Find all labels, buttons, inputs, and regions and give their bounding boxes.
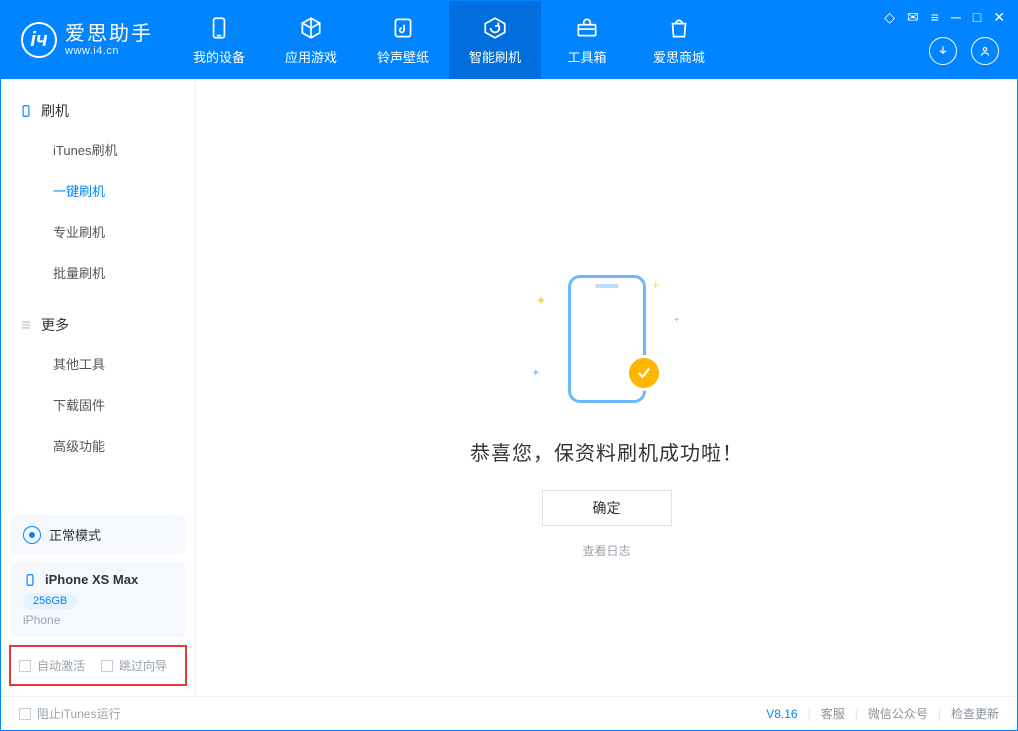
nav-label: 应用游戏 [285, 47, 337, 66]
footer-link-update[interactable]: 检查更新 [951, 705, 999, 722]
download-icon [936, 44, 950, 58]
checkbox-label: 阻止iTunes运行 [37, 705, 121, 722]
feedback-icon[interactable]: ✉ [907, 9, 919, 26]
nav-my-device[interactable]: 我的设备 [173, 1, 265, 79]
sidebar-group-more: 更多 [1, 307, 195, 343]
checkbox-label: 自动激活 [37, 657, 85, 674]
sidebar-item-advanced[interactable]: 高级功能 [1, 425, 195, 466]
app-logo: iч 爱思助手 www.i4.cn [21, 22, 153, 58]
logo-mark-icon: iч [21, 22, 57, 58]
toolbox-icon [574, 15, 600, 41]
minimize-icon[interactable]: ─ [951, 9, 961, 26]
footer: 阻止iTunes运行 V8.16 | 客服 | 微信公众号 | 检查更新 [1, 696, 1017, 730]
sidebar-item-batch-flash[interactable]: 批量刷机 [1, 252, 195, 293]
sidebar: 刷机 iTunes刷机 一键刷机 专业刷机 批量刷机 更多 其他工具 下载固件 … [1, 79, 196, 696]
skin-icon[interactable]: ◇ [884, 9, 895, 26]
sidebar-item-download-firmware[interactable]: 下载固件 [1, 384, 195, 425]
sidebar-group-flash: 刷机 [1, 93, 195, 129]
checkbox-label: 跳过向导 [119, 657, 167, 674]
nav-smart-flash[interactable]: 智能刷机 [449, 1, 541, 79]
highlighted-checkbox-row: 自动激活 跳过向导 [9, 645, 187, 686]
nav-toolbox[interactable]: 工具箱 [541, 1, 633, 79]
main-content: ✦+✦+ 恭喜您，保资料刷机成功啦！ 确定 查看日志 [196, 79, 1017, 696]
mode-label: 正常模式 [49, 525, 101, 544]
sidebar-item-other-tools[interactable]: 其他工具 [1, 343, 195, 384]
window-controls: ◇ ✉ ≡ ─ □ ✕ [884, 9, 1005, 26]
phone-icon [19, 104, 33, 118]
nav-label: 爱思商城 [653, 47, 705, 66]
list-icon [19, 318, 33, 332]
nav-apps-games[interactable]: 应用游戏 [265, 1, 357, 79]
maximize-icon[interactable]: □ [973, 9, 981, 26]
checkbox-icon [19, 660, 31, 672]
device-icon [23, 573, 37, 587]
checkbox-icon [101, 660, 113, 672]
version-label: V8.16 [766, 707, 797, 721]
refresh-icon [482, 15, 508, 41]
nav-ringtones-wallpapers[interactable]: 铃声壁纸 [357, 1, 449, 79]
nav-store[interactable]: 爱思商城 [633, 1, 725, 79]
nav-label: 工具箱 [567, 47, 606, 66]
music-icon [390, 15, 416, 41]
app-header: ◇ ✉ ≡ ─ □ ✕ iч 爱思助手 www.i4.cn 我的设备 应用游戏 [1, 1, 1017, 79]
footer-link-wechat[interactable]: 微信公众号 [868, 705, 928, 722]
sidebar-item-itunes-flash[interactable]: iTunes刷机 [1, 129, 195, 170]
success-illustration: ✦+✦+ [532, 269, 682, 409]
device-storage-badge: 256GB [23, 593, 77, 609]
view-log-link[interactable]: 查看日志 [582, 542, 630, 559]
device-type: iPhone [23, 613, 173, 627]
group-title: 更多 [41, 315, 69, 335]
nav-label: 铃声壁纸 [377, 47, 429, 66]
mode-card[interactable]: 正常模式 [11, 515, 185, 554]
store-icon [666, 15, 692, 41]
user-button[interactable] [971, 37, 999, 65]
checkbox-skip-guide[interactable]: 跳过向导 [101, 657, 167, 674]
cube-icon [298, 15, 324, 41]
sidebar-item-oneclick-flash[interactable]: 一键刷机 [1, 170, 195, 211]
group-title: 刷机 [41, 101, 69, 121]
device-card[interactable]: iPhone XS Max 256GB iPhone [11, 562, 185, 637]
device-icon [206, 15, 232, 41]
download-button[interactable] [929, 37, 957, 65]
device-name: iPhone XS Max [45, 572, 138, 587]
menu-icon[interactable]: ≡ [931, 9, 939, 26]
app-name: 爱思助手 [65, 23, 153, 45]
user-icon [978, 44, 992, 58]
nav-label: 我的设备 [193, 47, 245, 66]
close-icon[interactable]: ✕ [993, 9, 1005, 26]
nav-label: 智能刷机 [469, 47, 521, 66]
app-domain: www.i4.cn [65, 45, 153, 57]
mode-icon [23, 526, 41, 544]
success-message: 恭喜您，保资料刷机成功啦！ [470, 437, 743, 466]
checkbox-auto-activate[interactable]: 自动激活 [19, 657, 85, 674]
checkmark-badge-icon [626, 355, 662, 391]
ok-button[interactable]: 确定 [542, 490, 672, 526]
header-right [929, 37, 999, 65]
main-nav: 我的设备 应用游戏 铃声壁纸 智能刷机 工具箱 爱思商城 [173, 1, 725, 79]
checkbox-icon [19, 708, 31, 720]
checkbox-block-itunes[interactable]: 阻止iTunes运行 [19, 705, 121, 722]
sidebar-item-pro-flash[interactable]: 专业刷机 [1, 211, 195, 252]
footer-link-support[interactable]: 客服 [821, 705, 845, 722]
